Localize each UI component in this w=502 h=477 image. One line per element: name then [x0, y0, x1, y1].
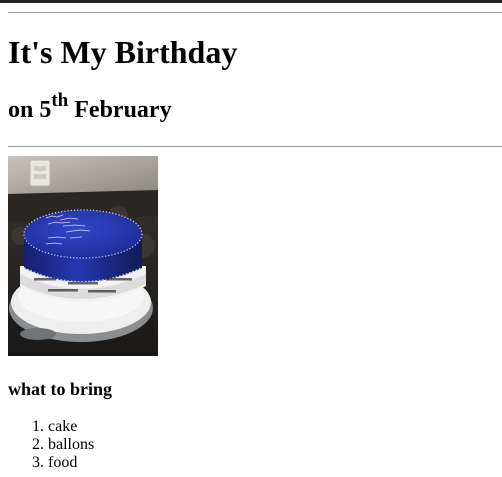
subtitle-prefix: on 5 — [8, 97, 52, 123]
page-title: It's My Birthday — [8, 34, 238, 70]
subtitle-superscript: th — [51, 90, 69, 111]
section-divider — [8, 146, 502, 147]
list-heading: what to bring — [8, 379, 113, 399]
browser-top-edge — [0, 0, 502, 3]
page-subtitle: on 5th February — [8, 90, 172, 126]
list-item: ballons — [48, 436, 94, 454]
list-item: food — [48, 454, 94, 472]
birthday-cake-photo — [8, 156, 158, 356]
subtitle-suffix: February — [68, 97, 172, 123]
list-item: cake — [48, 418, 94, 436]
top-divider — [8, 12, 502, 13]
bring-list: cake ballons food — [8, 418, 94, 472]
